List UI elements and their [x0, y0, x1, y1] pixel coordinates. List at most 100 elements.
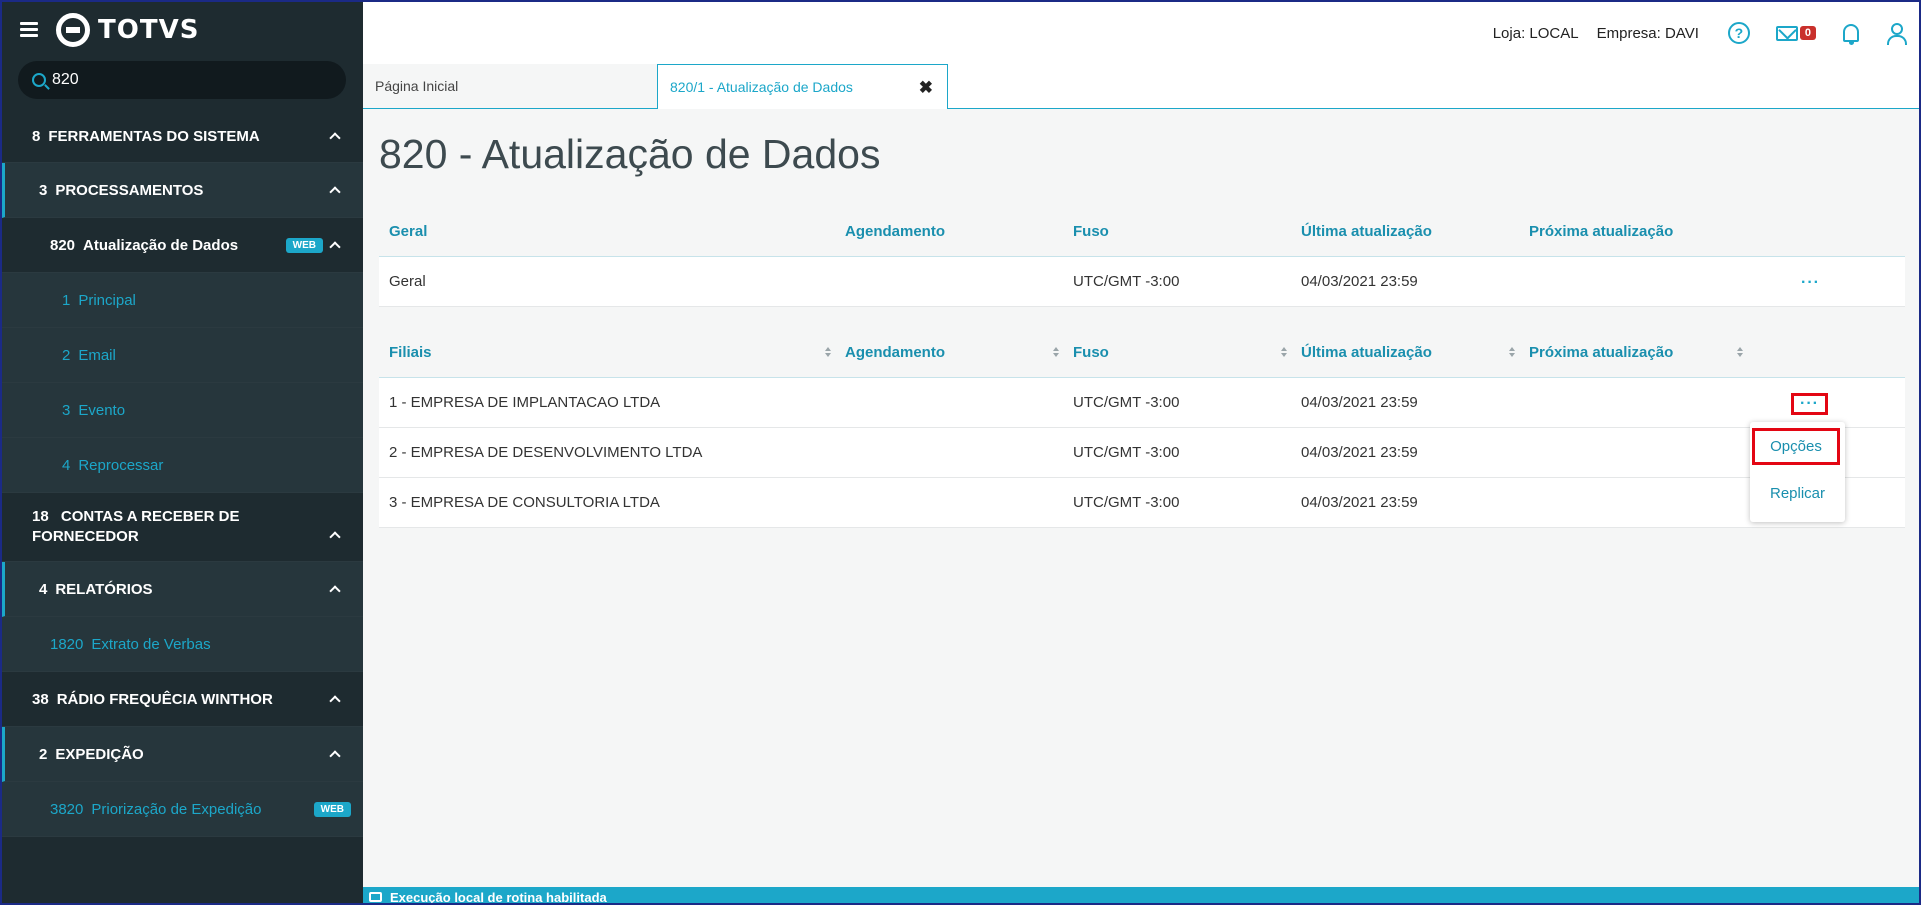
column-header-fuso[interactable]: Fuso: [1063, 223, 1291, 240]
sidebar: TOTVS 8 FERRAMENTAS DO SISTEMA 3 PROCESS…: [2, 2, 363, 903]
chevron-up-icon: [329, 695, 341, 707]
mail-icon[interactable]: [1775, 25, 1798, 41]
cell-ultima-atualizacao: 04/03/2021 23:59: [1301, 444, 1418, 461]
sidebar-item-label: Atualização de Dados: [83, 236, 239, 254]
cell-fuso: UTC/GMT -3:00: [1073, 273, 1180, 290]
sidebar-item-label: PROCESSAMENTOS: [55, 181, 204, 199]
sidebar-item-code: 18: [32, 508, 49, 525]
cell-ultima-atualizacao: 04/03/2021 23:59: [1301, 494, 1418, 511]
filiais-table: Filiais Agendamento Fuso Última atualiza…: [379, 327, 1905, 528]
page-title: 820 - Atualização de Dados: [379, 131, 881, 177]
column-header-ultima-atualizacao[interactable]: Última atualização: [1291, 223, 1519, 240]
menu-item-replicar[interactable]: Replicar: [1750, 485, 1845, 502]
sidebar-item-code: 38: [32, 690, 49, 708]
column-header-fuso[interactable]: Fuso: [1063, 344, 1291, 361]
header-label: Última atualização: [1301, 343, 1432, 361]
mail-count-badge: 0: [1799, 26, 1816, 40]
chevron-up-icon: [329, 750, 341, 762]
sidebar-item-processamentos[interactable]: 3 PROCESSAMENTOS: [2, 163, 363, 218]
column-header-geral[interactable]: Geral: [379, 223, 835, 240]
cell-nome: 1 - EMPRESA DE IMPLANTACAO LTDA: [389, 394, 661, 411]
sidebar-item-code: 2: [39, 745, 48, 763]
column-header-agendamento[interactable]: Agendamento: [835, 223, 1063, 240]
sidebar-item-label: RELATÓRIOS: [55, 580, 153, 598]
table-header: Filiais Agendamento Fuso Última atualiza…: [379, 327, 1905, 378]
sidebar-item-extrato-verbas[interactable]: 1820 Extrato de Verbas: [2, 617, 363, 672]
menu-item-opcoes[interactable]: Opções: [1752, 428, 1840, 465]
sidebar-item-code: 1: [62, 291, 71, 309]
loja-label: Loja: LOCAL: [1492, 24, 1579, 42]
logo-text: TOTVS: [98, 15, 200, 45]
more-options-icon[interactable]: ···: [1801, 274, 1820, 292]
cell-ultima-atualizacao: 04/03/2021 23:59: [1301, 273, 1418, 290]
chevron-up-icon: [329, 531, 341, 543]
table-row: Geral UTC/GMT -3:00 04/03/2021 23:59 ···: [379, 257, 1905, 307]
sidebar-item-radio-frequencia[interactable]: 38 RÁDIO FREQUÊCIA WINTHOR: [2, 672, 363, 727]
user-icon[interactable]: [1885, 22, 1907, 45]
sidebar-item-label: Extrato de Verbas: [91, 635, 211, 653]
sidebar-item-code: 4: [62, 456, 71, 474]
cell-fuso: UTC/GMT -3:00: [1073, 494, 1180, 511]
sidebar-item-label: FERRAMENTAS DO SISTEMA: [48, 127, 260, 145]
column-header-proxima-atualizacao[interactable]: Próxima atualização: [1519, 223, 1747, 240]
tab-pagina-inicial[interactable]: Página Inicial: [363, 64, 657, 109]
status-text: Execução local de rotina habilitada: [390, 889, 607, 905]
chevron-up-icon: [329, 186, 341, 198]
sidebar-item-code: 1820: [50, 635, 84, 653]
sidebar-item-contas-receber[interactable]: 18 CONTAS A RECEBER DE FORNECEDOR: [2, 493, 363, 562]
column-header-proxima-atualizacao[interactable]: Próxima atualização: [1519, 344, 1747, 361]
sidebar-item-principal[interactable]: 1 Principal: [2, 273, 363, 328]
bell-icon[interactable]: [1843, 24, 1859, 45]
sidebar-header: TOTVS: [2, 2, 363, 117]
tab-label: 820/1 - Atualização de Dados: [670, 79, 853, 95]
cell-ultima-atualizacao: 04/03/2021 23:59: [1301, 394, 1418, 411]
sidebar-item-evento[interactable]: 3 Evento: [2, 383, 363, 438]
table-row: 3 - EMPRESA DE CONSULTORIA LTDA UTC/GMT …: [379, 478, 1905, 528]
chevron-up-icon: [329, 585, 341, 597]
close-icon[interactable]: ✖: [919, 78, 933, 98]
sidebar-item-code: 820: [50, 236, 76, 254]
geral-table: Geral Agendamento Fuso Última atualizaçã…: [379, 206, 1905, 307]
tab-atualizacao-dados[interactable]: 820/1 - Atualização de Dados ✖: [657, 64, 948, 110]
main-content: 820 - Atualização de Dados Geral Agendam…: [363, 109, 1919, 887]
totvs-logo-icon: [56, 13, 90, 47]
sidebar-item-code: 4: [39, 580, 48, 598]
hamburger-menu-icon[interactable]: [20, 22, 38, 38]
totvs-logo[interactable]: TOTVS: [56, 13, 199, 47]
cell-fuso: UTC/GMT -3:00: [1073, 444, 1180, 461]
cell-nome: 2 - EMPRESA DE DESENVOLVIMENTO LTDA: [389, 444, 703, 461]
sidebar-item-email[interactable]: 2 Email: [2, 328, 363, 383]
header-tools: Loja: LOCAL Empresa: DAVI ? 0: [1492, 2, 1919, 64]
sidebar-item-ferramentas[interactable]: 8 FERRAMENTAS DO SISTEMA: [2, 110, 363, 163]
more-options-icon[interactable]: ···: [1791, 392, 1828, 415]
sidebar-item-expedicao[interactable]: 2 EXPEDIÇÃO: [2, 727, 363, 782]
sidebar-item-relatorios[interactable]: 4 RELATÓRIOS: [2, 562, 363, 617]
printer-icon: [369, 892, 382, 902]
empresa-label: Empresa: DAVI: [1596, 24, 1699, 42]
sidebar-item-priorizacao-expedicao[interactable]: 3820 Priorização de Expedição WEB: [2, 782, 363, 837]
help-icon[interactable]: ?: [1727, 22, 1750, 44]
sidebar-item-label: RÁDIO FREQUÊCIA WINTHOR: [56, 690, 273, 708]
chevron-up-icon: [329, 241, 341, 253]
sidebar-item-code: 3: [39, 181, 48, 199]
sidebar-item-atualizacao-dados[interactable]: 820 Atualização de Dados WEB: [2, 218, 363, 273]
column-header-agendamento[interactable]: Agendamento: [835, 344, 1063, 361]
sidebar-item-label: EXPEDIÇÃO: [55, 745, 144, 763]
header-label: Fuso: [1073, 343, 1109, 361]
column-header-ultima-atualizacao[interactable]: Última atualização: [1291, 344, 1519, 361]
column-header-filiais[interactable]: Filiais: [379, 344, 835, 361]
sidebar-item-label: Email: [78, 346, 116, 364]
sidebar-item-label: Principal: [78, 291, 136, 309]
sidebar-item-reprocessar[interactable]: 4 Reprocessar: [2, 438, 363, 493]
sidebar-item-code: 2: [62, 346, 71, 364]
table-header: Geral Agendamento Fuso Última atualizaçã…: [379, 206, 1905, 257]
table-row: 1 - EMPRESA DE IMPLANTACAO LTDA UTC/GMT …: [379, 378, 1905, 428]
top-header: Loja: LOCAL Empresa: DAVI ? 0: [363, 2, 1919, 64]
header-label: Próxima atualização: [1529, 343, 1674, 361]
search-input[interactable]: [52, 71, 322, 89]
cell-fuso: UTC/GMT -3:00: [1073, 394, 1180, 411]
chevron-up-icon: [329, 132, 341, 144]
tabs-bar: Página Inicial 820/1 - Atualização de Da…: [363, 64, 1919, 110]
sidebar-item-code: 8: [32, 127, 41, 145]
web-badge: WEB: [313, 801, 351, 817]
